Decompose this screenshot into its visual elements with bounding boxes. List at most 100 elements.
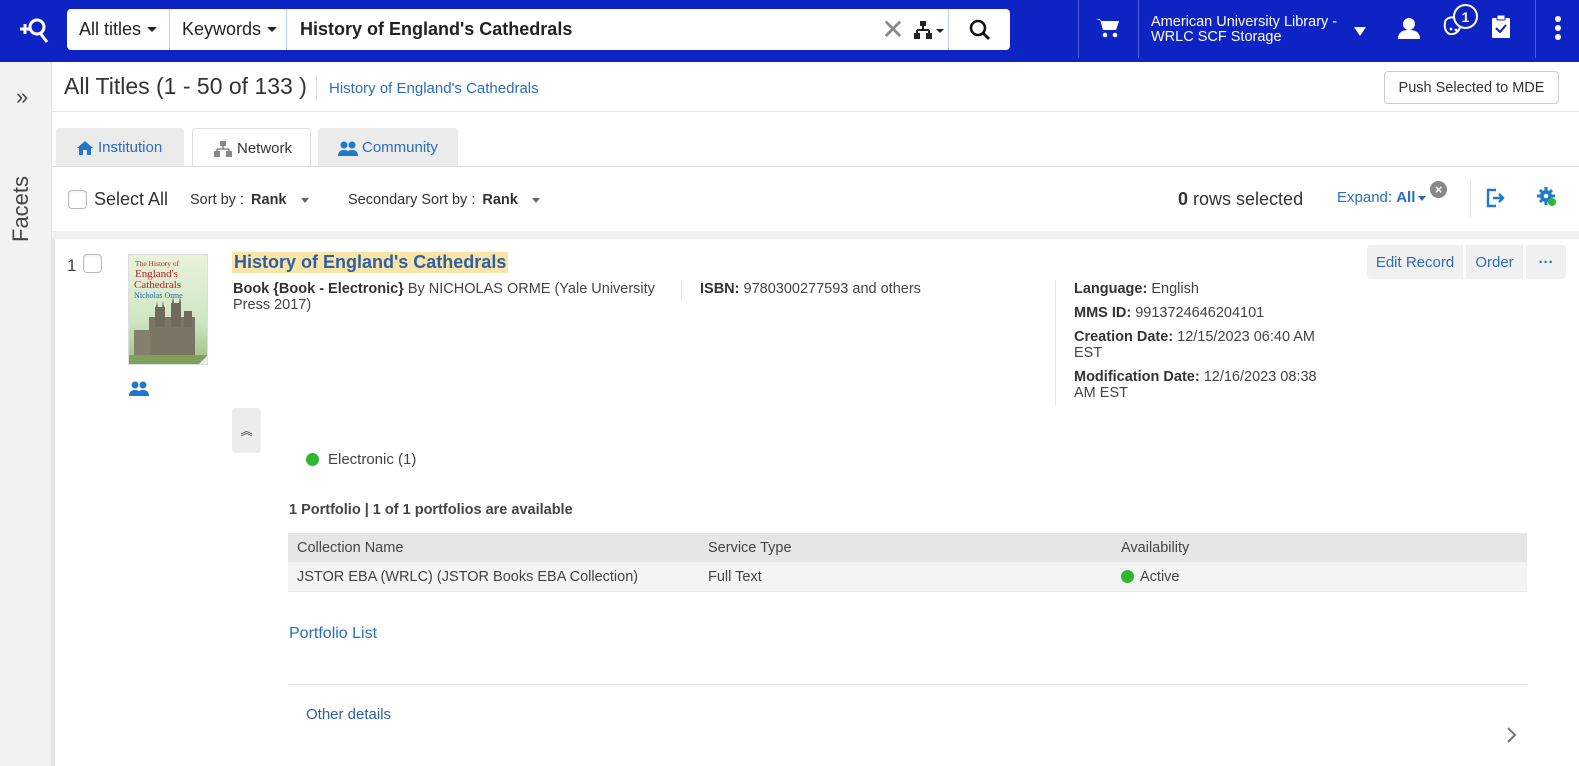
secondary-sort-dropdown[interactable]: Secondary Sort by : Rank	[348, 192, 518, 208]
inventory-label: Electronic (1)	[328, 451, 417, 468]
result-title-link[interactable]: History of England's Cathedrals	[232, 252, 509, 273]
result-checkbox[interactable]	[83, 254, 102, 273]
chevron-down-icon	[267, 27, 278, 32]
result-item	[52, 239, 1579, 766]
institution-name-line2: WRLC SCF Storage	[1151, 29, 1282, 45]
institution-name-line1: American University Library -	[1151, 14, 1338, 30]
push-to-mde-button[interactable]: Push Selected to MDE	[1384, 71, 1559, 104]
institution-selector[interactable]: American University Library - WRLC SCF S…	[1151, 15, 1337, 45]
tab-label: Institution	[98, 139, 163, 156]
expand-label: Expand:	[1337, 189, 1393, 206]
chevron-right-icon[interactable]	[1505, 726, 1517, 749]
home-icon	[77, 140, 93, 155]
more-menu-icon[interactable]	[1554, 16, 1562, 45]
field-dropdown[interactable]: Keywords	[170, 9, 287, 50]
inventory-summary: Electronic (1)	[306, 451, 416, 468]
clipboard-icon[interactable]	[1491, 14, 1511, 44]
meta-creation-date: Creation Date: 12/15/2023 06:40 AM EST	[1074, 329, 1316, 361]
more-actions-button[interactable]: ···	[1526, 245, 1566, 279]
divider	[52, 231, 1579, 239]
chevron-down-icon	[147, 27, 157, 32]
settings-icon[interactable]	[1537, 187, 1557, 212]
clear-expand-icon[interactable]: ×	[1430, 181, 1447, 198]
availability-cell: Active	[1112, 562, 1527, 592]
meta-mms-id: MMS ID: 9913724646204101	[1074, 305, 1265, 321]
material-type: Book {Book - Electronic}	[233, 281, 404, 297]
facets-label: Facets	[8, 175, 33, 242]
column-header: Availability	[1112, 533, 1527, 562]
institution-dropdown-icon[interactable]	[1354, 27, 1366, 36]
book-cover-thumbnail[interactable]: The History of England's Cathedrals Nich…	[128, 254, 208, 365]
portfolio-table: Collection Name Service Type Availabilit…	[288, 533, 1527, 592]
cart-icon[interactable]	[1096, 17, 1120, 44]
collection-name-cell: JSTOR EBA (WRLC) (JSTOR Books EBA Collec…	[288, 562, 699, 592]
scope-dropdown[interactable]: All titles	[67, 9, 170, 50]
export-icon[interactable]	[1485, 188, 1505, 213]
order-button[interactable]: Order	[1466, 245, 1523, 279]
meta-language: Language: English	[1074, 281, 1199, 297]
divider	[1078, 0, 1079, 58]
other-details-link[interactable]: Other details	[306, 706, 391, 723]
rows-selected: 0 rows selected	[1178, 189, 1303, 210]
search-button[interactable]	[948, 9, 1010, 50]
search-query-breadcrumb[interactable]: History of England's Cathedrals	[329, 80, 539, 97]
tasks-badge: 1	[1453, 4, 1478, 29]
search-bar: All titles Keywords ✕	[67, 9, 1010, 50]
select-all-checkbox[interactable]	[68, 190, 87, 209]
facets-panel-toggle[interactable]: » Facets	[0, 62, 52, 766]
expand-facets-icon: »	[16, 84, 29, 109]
expand-value: All	[1396, 189, 1416, 206]
service-type-cell: Full Text	[699, 562, 1112, 592]
portfolio-list-link[interactable]: Portfolio List	[289, 625, 377, 643]
community-icon	[338, 141, 358, 156]
chevron-down-icon[interactable]	[532, 198, 540, 203]
divider	[1055, 280, 1056, 406]
expand-dropdown[interactable]: Expand: All	[1337, 189, 1427, 206]
double-chevron-up-icon: ︽	[240, 424, 253, 438]
collapse-details-button[interactable]: ︽	[232, 408, 261, 453]
available-status-icon	[306, 453, 319, 466]
secondary-sort-value: Rank	[482, 192, 518, 208]
table-header-row: Collection Name Service Type Availabilit…	[288, 533, 1527, 562]
column-header: Service Type	[699, 533, 1112, 562]
record-metadata: Language: English MMS ID: 99137246462041…	[1074, 281, 1334, 409]
divider	[288, 684, 1527, 685]
network-icon	[214, 140, 232, 157]
clear-search-icon[interactable]: ✕	[880, 14, 906, 45]
tab-network[interactable]: Network	[192, 128, 311, 168]
result-actions: Edit Record Order ···	[1367, 245, 1566, 279]
cover-text-line1: The History of	[135, 259, 180, 268]
tab-label: Network	[237, 140, 293, 157]
isbn: ISBN: 9780300277593 and others	[700, 281, 921, 297]
availability-value: Active	[1140, 568, 1180, 585]
page-title: All Titles (1 - 50 of 133 )	[64, 73, 307, 99]
user-icon[interactable]	[1397, 17, 1421, 44]
secondary-sort-label: Secondary Sort by :	[348, 192, 476, 208]
field-label: Keywords	[182, 19, 262, 39]
tab-community[interactable]: Community	[318, 128, 458, 167]
isbn-value: 9780300277593 and others	[743, 281, 921, 297]
tab-institution[interactable]: Institution	[56, 128, 184, 167]
search-input[interactable]	[287, 10, 880, 49]
edit-record-button[interactable]: Edit Record	[1367, 245, 1463, 279]
divider	[1470, 180, 1471, 218]
divider	[1138, 0, 1139, 58]
hierarchy-icon[interactable]	[912, 15, 946, 45]
chevron-down-icon[interactable]	[301, 198, 309, 203]
chevron-down-icon	[1418, 195, 1427, 201]
result-description: Book {Book - Electronic} By NICHOLAS ORM…	[233, 281, 663, 313]
search-icon	[969, 19, 990, 40]
portfolio-summary: 1 Portfolio | 1 of 1 portfolios are avai…	[289, 502, 573, 518]
cover-text-line3: Cathedrals	[134, 279, 181, 291]
top-bar: All titles Keywords ✕ American Universit…	[0, 0, 1579, 62]
sort-dropdown[interactable]: Sort by : Rank	[190, 192, 287, 208]
advanced-search-icon[interactable]	[18, 16, 50, 46]
scope-label: All titles	[79, 19, 142, 39]
active-status-icon	[1121, 570, 1134, 583]
tab-label: Community	[362, 139, 438, 156]
sort-label: Sort by :	[190, 192, 244, 208]
table-row: JSTOR EBA (WRLC) (JSTOR Books EBA Collec…	[288, 562, 1527, 592]
result-index: 1	[67, 256, 77, 275]
column-header: Collection Name	[288, 533, 699, 562]
select-all-label[interactable]: Select All	[94, 189, 168, 210]
